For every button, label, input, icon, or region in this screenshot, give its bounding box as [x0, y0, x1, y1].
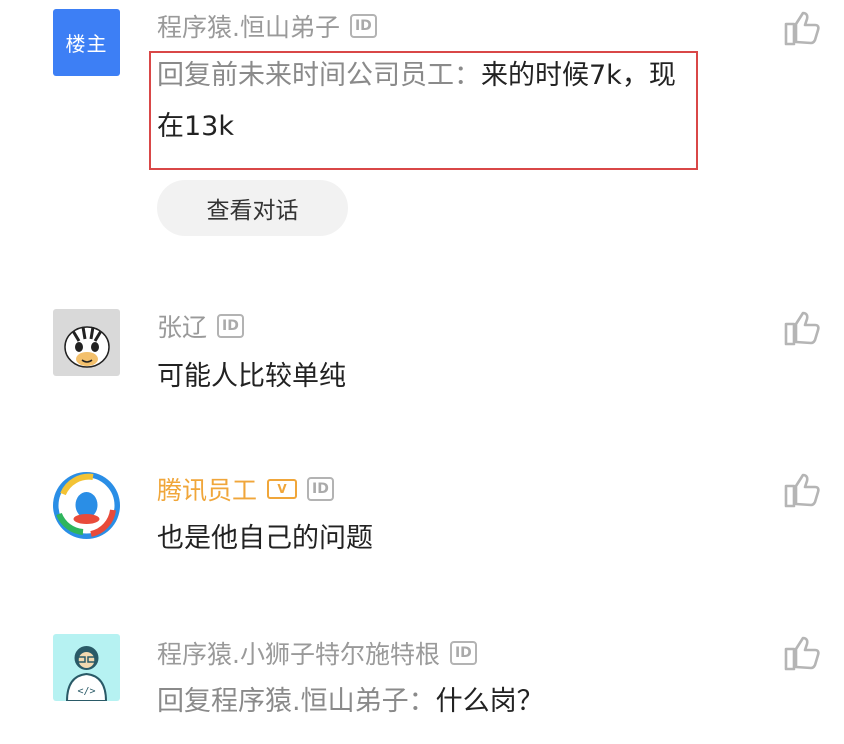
comment-text: 回复程序猿.恒山弟子：什么岗？ [157, 676, 544, 727]
username-row: 张辽 ID [157, 309, 244, 343]
id-badge: ID [217, 314, 244, 338]
username-row: 程序猿.小狮子特尔施特根 ID [157, 636, 477, 670]
verified-badge: V [267, 479, 298, 499]
comment-body: 什么岗？ [435, 686, 544, 717]
username[interactable]: 程序猿.小狮子特尔施特根 [157, 635, 440, 671]
username-row: 腾讯员工 V ID [157, 472, 334, 506]
id-badge: ID [349, 14, 377, 38]
zebra-avatar-icon [64, 326, 110, 368]
comment-text: 也是他自己的问题 [157, 513, 373, 564]
tencent-news-logo-icon [53, 472, 120, 539]
owner-badge: 楼主 [65, 32, 108, 56]
avatar[interactable]: </> [53, 634, 120, 701]
comment-text: 可能人比较单纯 [157, 351, 346, 402]
comment-body: 也是他自己的问题 [157, 523, 373, 554]
comment-body: 可能人比较单纯 [157, 361, 346, 392]
thumbs-up-icon[interactable] [782, 308, 822, 348]
id-badge: ID [449, 641, 477, 665]
username[interactable]: 腾讯员工 [157, 471, 257, 507]
thumbs-up-icon[interactable] [782, 8, 822, 48]
username[interactable]: 张辽 [157, 308, 207, 344]
username[interactable]: 程序猿.恒山弟子 [157, 8, 340, 44]
coder-avatar-icon: </> [65, 646, 108, 701]
comment-text: 回复前未来时间公司员工：来的时候7k，现在13k [157, 50, 687, 152]
thumbs-up-icon[interactable] [782, 633, 822, 673]
reply-prefix: 回复前未来时间公司员工： [157, 60, 481, 91]
avatar[interactable] [53, 309, 120, 376]
svg-text:</>: </> [77, 686, 95, 697]
thumbs-up-icon[interactable] [782, 470, 822, 510]
id-badge: ID [307, 477, 334, 501]
view-thread-button[interactable]: 查看对话 [157, 180, 348, 236]
avatar[interactable] [53, 472, 120, 539]
avatar[interactable]: 楼主 [53, 9, 120, 76]
reply-prefix: 回复程序猿.恒山弟子： [157, 686, 436, 717]
username-row: 程序猿.恒山弟子 ID [157, 9, 377, 43]
